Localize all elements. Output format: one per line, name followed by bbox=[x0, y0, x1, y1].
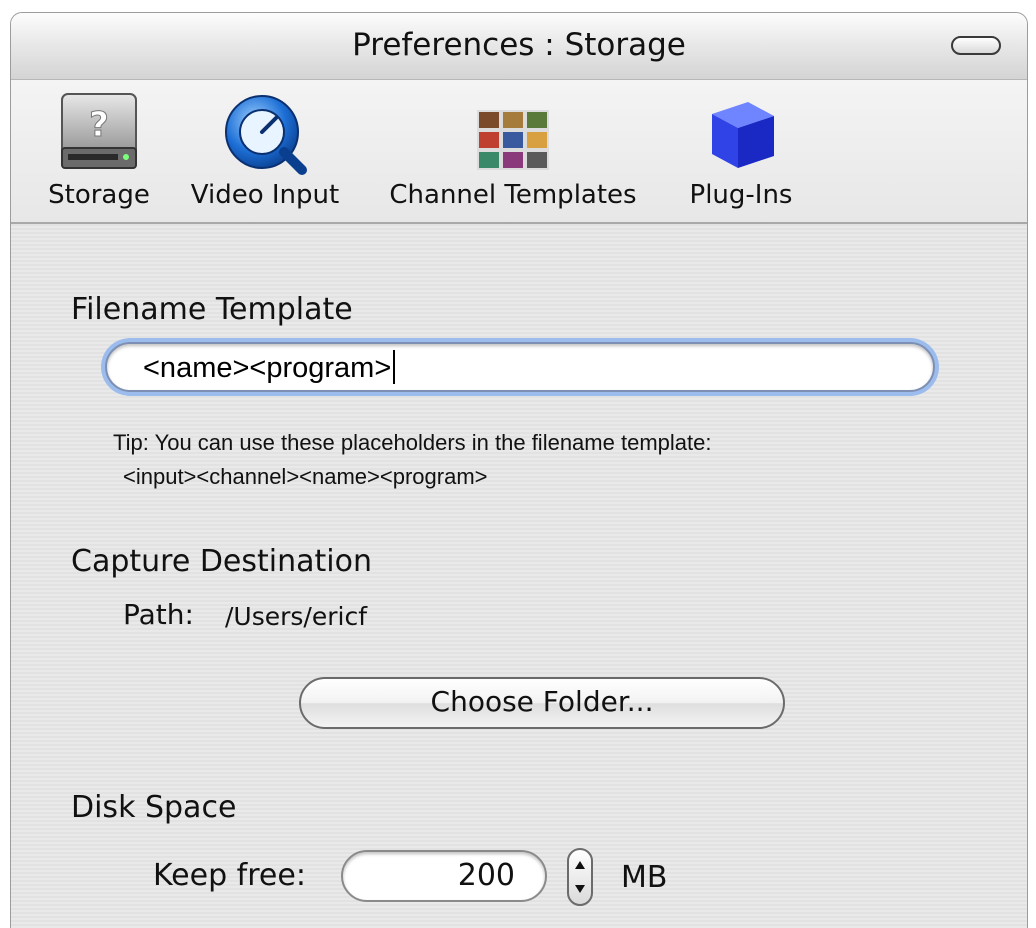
toolbar-item-plug-ins[interactable]: Plug-Ins bbox=[677, 80, 805, 222]
quicktime-icon bbox=[222, 90, 308, 180]
unit-label: MB bbox=[621, 860, 668, 895]
toolbar-label-channel-templates: Channel Templates bbox=[389, 180, 637, 210]
toolbar-item-storage[interactable]: ? Storage bbox=[43, 80, 155, 222]
filename-template-heading: Filename Template bbox=[71, 292, 353, 327]
path-label: Path: bbox=[123, 598, 194, 631]
path-value: /Users/ericf bbox=[225, 602, 368, 631]
filename-template-value: <name><program> bbox=[143, 352, 392, 384]
preferences-toolbar: ? Storage Video Input Channel Templates … bbox=[11, 80, 1027, 224]
capture-destination-heading: Capture Destination bbox=[71, 544, 372, 579]
disk-space-heading: Disk Space bbox=[71, 790, 237, 825]
preferences-content: Filename Template <name><program> Tip: Y… bbox=[11, 224, 1027, 928]
svg-text:?: ? bbox=[89, 105, 109, 145]
keep-free-stepper[interactable] bbox=[567, 848, 593, 906]
filename-template-input[interactable]: <name><program> bbox=[105, 342, 935, 392]
stepper-down-arrow-icon[interactable] bbox=[575, 885, 585, 893]
preferences-window: Preferences : Storage ? Storage Video In… bbox=[10, 12, 1028, 928]
window-title: Preferences : Storage bbox=[352, 27, 686, 63]
toolbar-label-storage: Storage bbox=[48, 180, 150, 210]
toolbar-item-video-input[interactable]: Video Input bbox=[179, 80, 351, 222]
keep-free-input[interactable]: 200 bbox=[341, 850, 547, 902]
toolbar-label-plug-ins: Plug-Ins bbox=[689, 180, 793, 210]
choose-folder-button[interactable]: Choose Folder... bbox=[299, 677, 785, 729]
keep-free-label: Keep free: bbox=[153, 858, 306, 893]
tip-placeholders: <input><channel><name><program> bbox=[123, 464, 488, 489]
stepper-up-arrow-icon[interactable] bbox=[575, 861, 585, 869]
hard-disk-icon: ? bbox=[58, 90, 140, 178]
blue-cube-icon bbox=[702, 94, 780, 178]
toolbar-item-channel-templates[interactable]: Channel Templates bbox=[377, 80, 649, 222]
thumbnail-grid-icon bbox=[477, 110, 549, 174]
toolbar-toggle-button[interactable] bbox=[951, 36, 1001, 55]
title-bar[interactable]: Preferences : Storage bbox=[11, 13, 1027, 80]
text-caret bbox=[393, 350, 396, 384]
toolbar-label-video-input: Video Input bbox=[190, 180, 340, 210]
tip-text: Tip: You can use these placeholders in t… bbox=[113, 430, 712, 455]
